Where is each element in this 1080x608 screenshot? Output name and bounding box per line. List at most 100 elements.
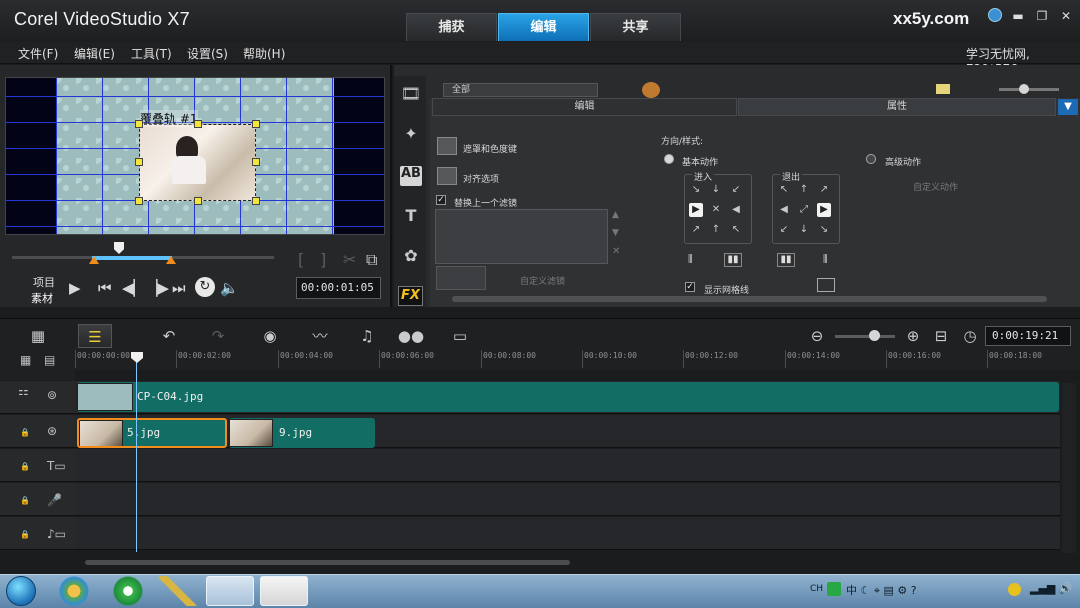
resize-handle[interactable]	[252, 197, 260, 205]
menu-tools[interactable]: 工具(T)	[131, 45, 172, 62]
mask-chroma-label[interactable]: 遮罩和色度键	[463, 142, 517, 155]
expand-options-icon[interactable]: ▼	[1058, 99, 1078, 115]
pause-before-icon[interactable]: ⫼	[688, 254, 706, 268]
title-track[interactable]	[75, 449, 1060, 482]
filter-list[interactable]	[435, 209, 608, 264]
videostudio-task-icon[interactable]	[206, 576, 254, 606]
start-button[interactable]	[6, 576, 36, 606]
media-library-icon[interactable]: 🎞	[400, 84, 422, 104]
resize-handle[interactable]	[135, 158, 143, 166]
overlay-track-icon[interactable]: ⊛	[47, 424, 69, 442]
exit-to-right[interactable]: ▶	[817, 203, 831, 217]
sound-mixer-icon[interactable]: 〰	[303, 324, 337, 348]
thumb-size-slider[interactable]	[999, 88, 1059, 91]
fx-filter-icon[interactable]: FX	[398, 286, 423, 306]
grid-options-icon[interactable]	[817, 278, 835, 292]
tab-options-edit[interactable]: 编辑	[432, 98, 737, 116]
timeline-clip-selected[interactable]: 5.jpg	[77, 418, 227, 448]
voice-track-icon[interactable]: 🎤	[47, 493, 69, 511]
motion-track-icon[interactable]: ●●	[394, 324, 428, 348]
track-settings-icon[interactable]: ⚏	[18, 384, 40, 402]
pause-after-icon[interactable]: ⫼	[823, 254, 841, 268]
auto-music-icon[interactable]: ♫	[350, 324, 384, 348]
split-clip-icon[interactable]: ✂	[343, 250, 356, 269]
music-track-icon[interactable]: ♪▭	[47, 527, 69, 545]
input-language[interactable]: CH	[810, 584, 823, 594]
trim-end-marker[interactable]	[166, 256, 176, 264]
chapter-point-icon[interactable]: ▤	[44, 353, 66, 371]
storyboard-view-icon[interactable]: ▦	[21, 324, 55, 348]
close-icon[interactable]: ✕	[1058, 8, 1074, 24]
record-capture-icon[interactable]: ◉	[253, 324, 287, 348]
delete-filter-icon[interactable]: ✕	[612, 246, 620, 257]
app-icon-3[interactable]	[158, 576, 198, 606]
gallery-dropdown[interactable]: 全部	[443, 83, 598, 97]
globe-icon[interactable]	[988, 8, 1002, 22]
prev-frame-icon[interactable]: ◀▏	[122, 279, 145, 297]
lock-icon[interactable]: 🔒	[20, 462, 30, 472]
subtitle-editor-icon[interactable]: ▭	[443, 324, 477, 348]
enter-from-left[interactable]: ▶	[689, 203, 703, 217]
timeline-horizontal-scrollbar[interactable]	[85, 560, 570, 565]
voice-track[interactable]	[75, 483, 1060, 516]
volume-icon[interactable]: 🔈	[220, 279, 239, 297]
timeline-clip[interactable]: 9.jpg	[229, 418, 375, 448]
redo-icon[interactable]: ↷	[201, 324, 235, 348]
library-icon[interactable]	[642, 82, 660, 98]
title-track-icon[interactable]: T▭	[47, 459, 69, 477]
next-frame-icon[interactable]: ▕▶	[146, 279, 169, 297]
resize-handle[interactable]	[194, 120, 202, 128]
graphic-icon[interactable]: ✿	[400, 246, 422, 266]
resize-handle[interactable]	[135, 197, 143, 205]
tab-edit[interactable]: 编辑	[498, 13, 589, 41]
custom-motion-label[interactable]: 自定义动作	[913, 180, 958, 193]
thumbnail-view-icon[interactable]	[936, 84, 950, 94]
move-down-icon[interactable]: ▼	[612, 228, 619, 238]
zoom-slider[interactable]	[835, 335, 895, 338]
menu-help[interactable]: 帮助(H)	[243, 45, 285, 62]
title-icon[interactable]: AB	[400, 166, 422, 186]
volume-tray-icon[interactable]: ▂▄▆ 🔊	[1030, 582, 1073, 595]
trim-start-marker[interactable]	[89, 256, 99, 264]
mode-project[interactable]: 项目	[33, 274, 55, 290]
show-grid-checkbox[interactable]: ✓	[685, 282, 695, 292]
video-track-icon[interactable]: ⊚	[47, 388, 69, 406]
preset-dropdown[interactable]	[436, 266, 486, 290]
project-duration[interactable]: 0:00:19:21	[985, 326, 1071, 346]
move-up-icon[interactable]: ▲	[612, 210, 619, 220]
lock-icon[interactable]: 🔒	[20, 530, 30, 540]
custom-filter-label[interactable]: 自定义滤镜	[520, 274, 565, 287]
network-icon[interactable]	[1008, 583, 1021, 596]
mask-icon[interactable]	[437, 137, 457, 155]
ime-icon[interactable]	[827, 582, 841, 596]
menu-file[interactable]: 文件(F)	[18, 45, 58, 62]
thumb-size-knob[interactable]	[1019, 84, 1029, 94]
advanced-motion-radio[interactable]	[866, 154, 876, 164]
menu-settings[interactable]: 设置(S)	[187, 45, 228, 62]
home-icon[interactable]: ⏮	[98, 279, 112, 297]
zoom-knob[interactable]	[869, 330, 880, 341]
app-icon-5[interactable]	[260, 576, 308, 606]
replace-filter-checkbox[interactable]: ✓	[436, 195, 446, 205]
align-options-label[interactable]: 对齐选项	[463, 172, 499, 185]
options-scrollbar[interactable]	[452, 296, 1047, 302]
transition-icon[interactable]: ✦	[400, 124, 422, 144]
lock-icon[interactable]: 🔒	[20, 496, 30, 506]
music-track[interactable]	[75, 517, 1060, 550]
basic-motion-radio[interactable]	[664, 154, 674, 164]
track-manager-icon[interactable]: ▦	[20, 353, 42, 371]
resize-handle[interactable]	[252, 120, 260, 128]
tray-icons[interactable]: 中 ☾ ⌖ ▤ ⚙ ?	[846, 582, 917, 598]
zoom-out-icon[interactable]: ⊖	[800, 324, 834, 348]
restore-icon[interactable]: ❐	[1034, 8, 1050, 24]
timeline-vertical-scrollbar[interactable]	[1062, 383, 1076, 553]
resize-handle[interactable]	[135, 120, 143, 128]
app-icon-2[interactable]	[108, 576, 148, 606]
end-icon[interactable]: ⏭	[172, 279, 186, 297]
tab-options-attribute[interactable]: 属性	[738, 98, 1056, 116]
undo-icon[interactable]: ↶	[152, 324, 186, 348]
menu-edit[interactable]: 编辑(E)	[74, 45, 115, 62]
timeline-clip[interactable]: CP-C04.jpg	[77, 382, 1059, 412]
resize-handle[interactable]	[252, 158, 260, 166]
timeline-view-icon[interactable]: ☰	[78, 324, 112, 348]
